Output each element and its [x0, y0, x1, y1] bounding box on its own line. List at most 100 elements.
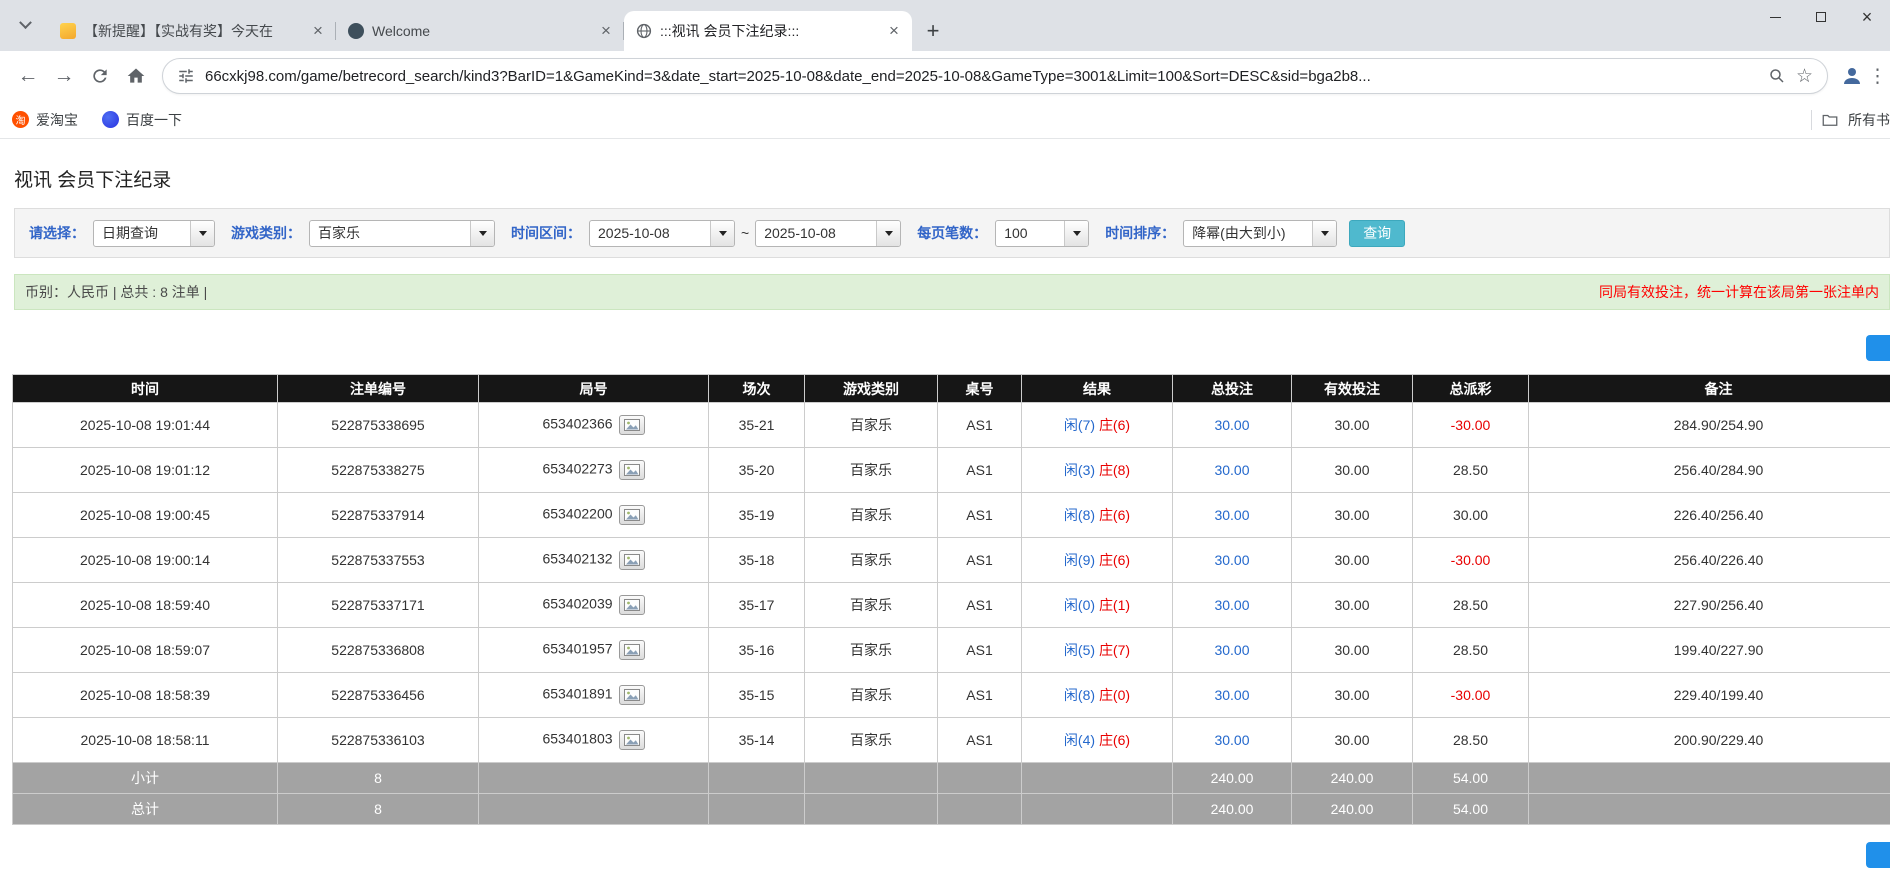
zoom-icon[interactable] [1768, 67, 1786, 85]
player-result: 闲(4) [1064, 732, 1095, 748]
chevron-down-icon[interactable] [1312, 221, 1336, 246]
search-button[interactable]: 查询 [1349, 220, 1405, 247]
cell-valid-bet: 30.00 [1292, 403, 1413, 448]
chevron-down-icon[interactable] [876, 221, 900, 246]
cell-table-no: AS1 [938, 493, 1022, 538]
cell-table-no: AS1 [938, 583, 1022, 628]
tab-forum[interactable]: 【新提醒】【实战有奖】今天在 × [48, 11, 336, 51]
cell-valid-bet: 30.00 [1292, 628, 1413, 673]
bookmark-star-icon[interactable]: ☆ [1796, 65, 1813, 88]
new-tab-button[interactable]: + [918, 16, 948, 46]
total-bet-link[interactable]: 30.00 [1214, 507, 1249, 523]
sum-cell: 240.00 [1173, 763, 1292, 794]
cell-bet-id: 522875337171 [278, 583, 479, 628]
cell-time: 2025-10-08 18:59:40 [13, 583, 278, 628]
cell-payout: -30.00 [1413, 538, 1529, 583]
cell-time: 2025-10-08 19:00:14 [13, 538, 278, 583]
close-tab-icon[interactable]: × [596, 21, 616, 41]
view-cards-button[interactable] [619, 685, 645, 705]
maximize-button[interactable] [1798, 0, 1844, 34]
total-bet-link[interactable]: 30.00 [1214, 462, 1249, 478]
tab-bet-records-active[interactable]: :::视讯 会员下注纪录::: × [624, 11, 912, 51]
cell-payout: 28.50 [1413, 448, 1529, 493]
chevron-down-icon[interactable] [1064, 221, 1088, 246]
view-cards-button[interactable] [619, 415, 645, 435]
all-bookmarks[interactable]: 所有书签 [1811, 110, 1890, 130]
view-cards-button[interactable] [619, 505, 645, 525]
url-bar[interactable]: 66cxkj98.com/game/betrecord_search/kind3… [162, 58, 1828, 94]
view-cards-button[interactable] [619, 640, 645, 660]
chevron-down-icon[interactable] [710, 221, 734, 246]
url-text[interactable]: 66cxkj98.com/game/betrecord_search/kind3… [205, 68, 1758, 85]
total-bet-link[interactable]: 30.00 [1214, 417, 1249, 433]
minimize-button[interactable] [1752, 0, 1798, 34]
cell-bet-id: 522875338695 [278, 403, 479, 448]
chevron-down-icon [19, 16, 32, 29]
back-button[interactable]: ← [10, 58, 46, 94]
cell-remark: 227.90/256.40 [1529, 583, 1890, 628]
floating-button-bottom[interactable] [1866, 842, 1890, 868]
cell-result: 闲(9) 庄(6) [1022, 538, 1173, 583]
tab-favicon [60, 23, 76, 39]
total-bet-link[interactable]: 30.00 [1214, 642, 1249, 658]
table-head: 时间注单编号局号场次游戏类别桌号结果总投注有效投注总派彩备注 [13, 375, 1890, 403]
column-header: 注单编号 [278, 375, 479, 403]
game-type-select[interactable]: 百家乐 [309, 220, 495, 247]
person-icon [1840, 64, 1864, 88]
close-window-button[interactable]: × [1844, 0, 1890, 34]
date-range-label: 时间区间： [511, 223, 581, 243]
game-type-value: 百家乐 [310, 221, 470, 246]
cell-total-bet: 30.00 [1173, 718, 1292, 763]
close-tab-icon[interactable]: × [884, 21, 904, 41]
table-row: 2025-10-08 19:01:44522875338695653402366… [13, 403, 1890, 448]
query-type-select[interactable]: 日期查询 [93, 220, 215, 247]
site-settings-icon[interactable] [177, 67, 195, 85]
banker-result: 庄(7) [1099, 642, 1130, 658]
view-cards-button[interactable] [619, 730, 645, 750]
column-header: 局号 [479, 375, 709, 403]
tab-search-button[interactable] [10, 11, 40, 41]
sum-cell [805, 763, 938, 794]
cell-total-bet: 30.00 [1173, 583, 1292, 628]
filter-bar: 请选择： 日期查询 游戏类别： 百家乐 时间区间： 2025-10-08 ~ 2… [14, 208, 1890, 258]
browser-menu-icon[interactable]: ⋮ [1868, 65, 1884, 88]
cell-session: 35-17 [709, 583, 805, 628]
view-cards-button[interactable] [619, 550, 645, 570]
home-button[interactable] [118, 58, 154, 94]
close-tab-icon[interactable]: × [308, 21, 328, 41]
cell-round: 653402273 [479, 448, 709, 493]
sum-cell: 54.00 [1413, 794, 1529, 825]
cell-result: 闲(3) 庄(8) [1022, 448, 1173, 493]
total-bet-link[interactable]: 30.00 [1214, 732, 1249, 748]
profile-button[interactable] [1836, 60, 1868, 92]
view-cards-button[interactable] [619, 595, 645, 615]
cell-time: 2025-10-08 18:58:39 [13, 673, 278, 718]
floating-button-top[interactable] [1866, 335, 1890, 361]
sum-cell [938, 763, 1022, 794]
date-end-input[interactable]: 2025-10-08 [755, 220, 901, 247]
page-size-input[interactable]: 100 [995, 220, 1089, 247]
round-number: 653401803 [542, 731, 612, 747]
forward-button[interactable]: → [46, 58, 82, 94]
total-bet-link[interactable]: 30.00 [1214, 597, 1249, 613]
chevron-down-icon[interactable] [190, 221, 214, 246]
cell-total-bet: 30.00 [1173, 673, 1292, 718]
column-header: 游戏类别 [805, 375, 938, 403]
bookmark-taobao[interactable]: 淘 爱淘宝 [12, 110, 78, 130]
refresh-button[interactable] [82, 58, 118, 94]
total-bet-link[interactable]: 30.00 [1214, 552, 1249, 568]
cell-remark: 256.40/226.40 [1529, 538, 1890, 583]
cell-session: 35-19 [709, 493, 805, 538]
sum-label: 小计 [13, 763, 278, 794]
date-start-input[interactable]: 2025-10-08 [589, 220, 735, 247]
total-bet-link[interactable]: 30.00 [1214, 687, 1249, 703]
view-cards-button[interactable] [619, 460, 645, 480]
cell-remark: 229.40/199.40 [1529, 673, 1890, 718]
tab-welcome[interactable]: Welcome × [336, 11, 624, 51]
sort-order-select[interactable]: 降幂(由大到小) [1183, 220, 1337, 247]
subtotal-row: 小计8240.00240.0054.00 [13, 763, 1890, 794]
sum-cell: 8 [278, 794, 479, 825]
bookmark-baidu[interactable]: 百度一下 [102, 110, 182, 130]
chevron-down-icon[interactable] [470, 221, 494, 246]
cell-time: 2025-10-08 18:58:11 [13, 718, 278, 763]
